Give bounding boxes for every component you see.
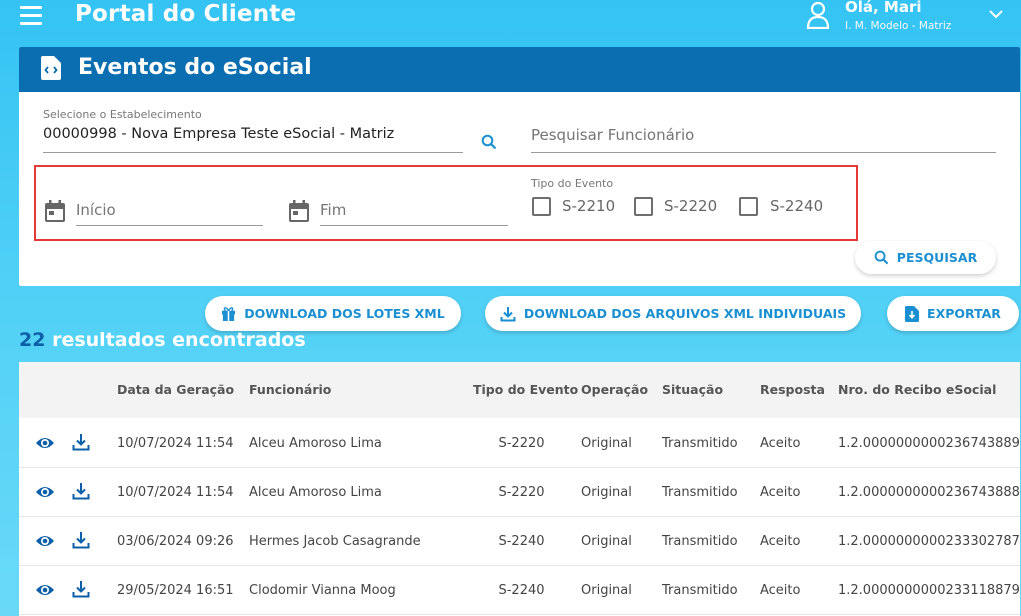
cell-response: Aceito <box>760 485 801 500</box>
column-header-date[interactable]: Data da Geração <box>117 382 234 397</box>
cell-operation: Original <box>581 583 632 598</box>
column-header-response[interactable]: Resposta <box>760 382 825 397</box>
cell-event-type: S-2240 <box>498 534 545 549</box>
download-batches-button[interactable]: DOWNLOAD DOS LOTES XML <box>205 296 461 331</box>
search-icon <box>874 250 889 265</box>
cell-operation: Original <box>581 485 632 500</box>
download-icon[interactable] <box>72 531 90 549</box>
results-count: 22 resultados encontrados <box>19 329 306 351</box>
cell-response: Aceito <box>760 436 801 451</box>
download-individual-label: DOWNLOAD DOS ARQUIVOS XML INDIVIDUAIS <box>523 306 847 321</box>
cell-date: 10/07/2024 11:54 <box>117 485 234 500</box>
establishment-underline <box>43 152 463 153</box>
search-icon[interactable] <box>481 134 497 150</box>
cell-employee: Clodomir Vianna Moog <box>249 583 396 598</box>
cell-status: Transmitido <box>662 436 738 451</box>
table-row: 03/06/2024 09:26 Hermes Jacob Casagrande S… <box>19 517 1020 566</box>
table-row: 29/05/2024 16:51 Clodomir Vianna Moog S-22… <box>19 566 1020 615</box>
results-count-number: 22 <box>19 329 46 351</box>
hamburger-menu-icon[interactable] <box>20 6 42 26</box>
establishment-select[interactable]: 00000998 - Nova Empresa Teste eSocial - … <box>43 126 394 142</box>
column-header-event-type[interactable]: Tipo do Evento <box>473 382 578 397</box>
cell-employee: Alceu Amoroso Lima <box>249 485 382 500</box>
checkbox-label-s2220: S-2220 <box>664 197 718 215</box>
download-icon[interactable] <box>72 580 90 598</box>
cell-receipt: 1.2.0000000000233118879 <box>838 583 1020 598</box>
chevron-down-icon[interactable] <box>988 8 1004 20</box>
end-date-underline <box>320 225 508 226</box>
checkbox-s2220[interactable] <box>634 197 653 216</box>
table-row: 10/07/2024 11:54 Alceu Amoroso Lima S-2220… <box>19 468 1020 517</box>
cell-status: Transmitido <box>662 485 738 500</box>
file-download-icon <box>905 305 920 322</box>
eye-icon[interactable] <box>35 435 55 451</box>
download-icon <box>500 306 516 321</box>
download-icon[interactable] <box>72 433 90 451</box>
user-greeting: Olá, Mari <box>845 0 922 16</box>
cell-receipt: 1.2.0000000000236743889 <box>838 436 1020 451</box>
cell-receipt: 1.2.0000000000236743888 <box>838 485 1020 500</box>
cell-operation: Original <box>581 534 632 549</box>
column-header-receipt[interactable]: Nro. do Recibo eSocial <box>838 382 996 397</box>
filter-card: Eventos do eSocial Selecione o Estabelec… <box>19 47 1020 286</box>
cell-status: Transmitido <box>662 534 738 549</box>
establishment-label: Selecione o Estabelecimento <box>43 108 202 121</box>
eye-icon[interactable] <box>35 484 55 500</box>
top-bar: Portal do Cliente Olá, Mari I. M. Modelo… <box>0 0 1021 44</box>
column-header-status[interactable]: Situação <box>662 382 723 397</box>
calendar-icon[interactable] <box>289 200 309 222</box>
export-button[interactable]: EXPORTAR <box>887 296 1019 331</box>
cell-operation: Original <box>581 436 632 451</box>
cell-event-type: S-2240 <box>498 583 545 598</box>
cell-response: Aceito <box>760 583 801 598</box>
code-file-icon <box>41 56 61 80</box>
table-row: 10/07/2024 11:54 Alceu Amoroso Lima S-2220… <box>19 419 1020 468</box>
employee-search-underline <box>531 152 996 153</box>
cell-response: Aceito <box>760 534 801 549</box>
cell-status: Transmitido <box>662 583 738 598</box>
date-type-filter-group <box>34 165 858 241</box>
gift-box-icon <box>222 307 236 321</box>
page-title: Eventos do eSocial <box>78 55 312 80</box>
card-header: Eventos do eSocial <box>19 47 1020 92</box>
export-label: EXPORTAR <box>927 306 1001 321</box>
download-batches-label: DOWNLOAD DOS LOTES XML <box>244 306 445 321</box>
checkbox-s2240[interactable] <box>739 197 758 216</box>
checkbox-label-s2240: S-2240 <box>770 197 824 215</box>
download-individual-button[interactable]: DOWNLOAD DOS ARQUIVOS XML INDIVIDUAIS <box>485 296 861 331</box>
end-date-input[interactable]: Fim <box>320 201 346 219</box>
app-title: Portal do Cliente <box>75 1 297 27</box>
cell-event-type: S-2220 <box>498 485 545 500</box>
checkbox-s2210[interactable] <box>532 197 551 216</box>
cell-date: 29/05/2024 16:51 <box>117 583 234 598</box>
cell-event-type: S-2220 <box>498 436 545 451</box>
column-header-employee[interactable]: Funcionário <box>249 382 331 397</box>
events-table: Data da Geração Funcionário Tipo do Even… <box>19 362 1020 616</box>
results-count-label: resultados encontrados <box>52 329 306 351</box>
employee-search-input[interactable]: Pesquisar Funcionário <box>531 126 694 144</box>
download-icon[interactable] <box>72 482 90 500</box>
start-date-underline <box>76 225 263 226</box>
cell-employee: Hermes Jacob Casagrande <box>249 534 421 549</box>
eye-icon[interactable] <box>35 533 55 549</box>
cell-date: 10/07/2024 11:54 <box>117 436 234 451</box>
user-company: I. M. Modelo - Matriz <box>845 20 952 32</box>
user-icon[interactable] <box>806 1 830 29</box>
search-button-label: PESQUISAR <box>896 250 978 265</box>
cell-employee: Alceu Amoroso Lima <box>249 436 382 451</box>
column-header-operation[interactable]: Operação <box>581 382 648 397</box>
checkbox-label-s2210: S-2210 <box>562 197 616 215</box>
start-date-input[interactable]: Início <box>76 201 116 219</box>
table-header: Data da Geração Funcionário Tipo do Even… <box>19 362 1020 418</box>
eye-icon[interactable] <box>35 582 55 598</box>
cell-date: 03/06/2024 09:26 <box>117 534 234 549</box>
search-button[interactable]: PESQUISAR <box>855 241 996 274</box>
event-type-label: Tipo do Evento <box>531 177 614 190</box>
calendar-icon[interactable] <box>45 200 65 222</box>
cell-receipt: 1.2.0000000000233302787 <box>838 534 1020 549</box>
